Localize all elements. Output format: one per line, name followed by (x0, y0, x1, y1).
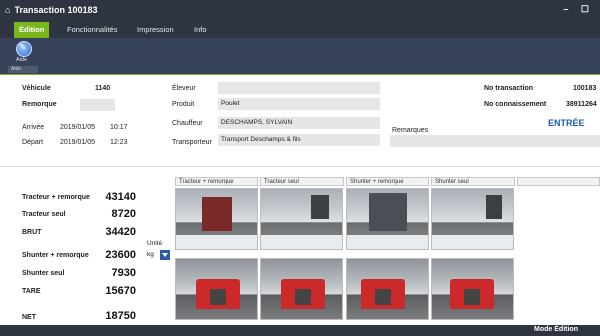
truck-rear (486, 195, 502, 219)
vehicule-label: Véhicule (22, 85, 51, 92)
brut-value: 34420 (105, 226, 136, 238)
depart-date[interactable]: 2019/01/05 (60, 139, 95, 146)
truck-rear (311, 195, 329, 219)
title-bar: ⌂ Transaction 100183 – ☐ (0, 0, 600, 22)
camera-image-rear-1[interactable] (175, 188, 258, 250)
truck-trailer (369, 193, 407, 231)
unite-dropdown-button[interactable] (160, 250, 170, 260)
produit-label: Produit (172, 101, 195, 108)
camera-header-shunter-remorque: Shunter + remorque (346, 177, 429, 186)
camera-header-tracteur-seul: Tracteur seul (260, 177, 344, 186)
edit-help-icon (16, 41, 32, 57)
transaction-status: ENTRÉE (548, 118, 585, 128)
window-title: ⌂ Transaction 100183 (5, 5, 98, 15)
no-transaction-label: No transaction (484, 85, 534, 92)
unite-select[interactable]: kg (147, 251, 154, 258)
ribbon-divider (0, 74, 600, 75)
vehicule-value[interactable]: 1140 (95, 85, 110, 92)
remorque-field[interactable] (80, 99, 115, 111)
shunter-remorque-value: 23600 (105, 249, 136, 261)
depart-label: Départ (22, 139, 44, 146)
camera-image-rear-4[interactable] (431, 188, 514, 250)
tracteur-seul-value: 8720 (111, 208, 136, 220)
camera-header-empty (517, 177, 600, 186)
menu-info[interactable]: Info (194, 22, 207, 38)
home-icon[interactable]: ⌂ (5, 5, 10, 15)
no-transaction-value: 100183 (573, 85, 597, 92)
tracteur-remorque-value: 43140 (105, 191, 136, 203)
tracteur-remorque-label: Tracteur + remorque (22, 194, 90, 201)
transporteur-label: Transporteur (172, 139, 212, 146)
status-bar: Mode Édition (0, 325, 600, 336)
tracteur-seul-label: Tracteur seul (22, 211, 66, 218)
transporteur-field[interactable]: Transport Deschamps & fils (218, 134, 380, 146)
no-connaissement-label: No connaissement (484, 101, 547, 108)
camera-image-rear-2[interactable] (260, 188, 343, 250)
no-connaissement-value: 38911264 (566, 101, 597, 108)
shunter-seul-label: Shunter seul (22, 270, 65, 277)
eleveur-field[interactable] (218, 82, 380, 94)
brut-label: BRUT (22, 229, 42, 236)
mode-indicator: Mode Édition (534, 326, 578, 333)
shunter-remorque-label: Shunter + remorque (22, 252, 89, 259)
menu-bar: Édition Fonctionnalités Impression Info (0, 22, 600, 38)
menu-impression[interactable]: Impression (137, 22, 174, 38)
section-divider (0, 166, 600, 167)
chauffeur-field[interactable]: DESCHAMPS, SYLVAIN (218, 117, 380, 129)
net-value: 18750 (105, 310, 136, 322)
arrivee-date[interactable]: 2019/01/05 (60, 124, 95, 131)
chauffeur-label: Chauffeur (172, 120, 203, 127)
depart-time[interactable]: 12:23 (110, 139, 128, 146)
ribbon: Aide Aide (0, 38, 600, 74)
camera-header-shunter-seul: Shunter seul (431, 177, 515, 186)
remarques-label: Remarques (392, 127, 429, 134)
tare-value: 15670 (105, 285, 136, 297)
remarques-field[interactable] (390, 135, 600, 147)
arrivee-label: Arrivée (22, 124, 45, 131)
shunter-seul-value: 7930 (111, 267, 136, 279)
remorque-label: Remorque (22, 101, 57, 108)
camera-image-front-4[interactable] (431, 258, 514, 320)
arrivee-time[interactable]: 10:17 (110, 124, 128, 131)
menu-edition[interactable]: Édition (14, 22, 50, 38)
window-controls[interactable]: – ☐ (563, 4, 594, 15)
produit-field[interactable]: Poulet (218, 98, 380, 110)
tare-label: TARE (22, 288, 41, 295)
aide-group-caption: Aide (8, 66, 38, 73)
aide-button[interactable]: Aide Aide (8, 40, 38, 73)
net-label: NET (22, 314, 36, 321)
camera-image-front-3[interactable] (346, 258, 429, 320)
aide-label: Aide (16, 57, 28, 63)
unite-label: Unité (147, 240, 163, 247)
menu-fonctionnalites[interactable]: Fonctionnalités (67, 22, 117, 38)
truck-rear (202, 197, 232, 231)
camera-image-rear-3[interactable] (346, 188, 429, 250)
camera-image-front-2[interactable] (260, 258, 343, 320)
camera-image-front-1[interactable] (175, 258, 258, 320)
eleveur-label: Éleveur (172, 85, 196, 92)
camera-header-tracteur-remorque: Tracteur + remorque (175, 177, 258, 186)
